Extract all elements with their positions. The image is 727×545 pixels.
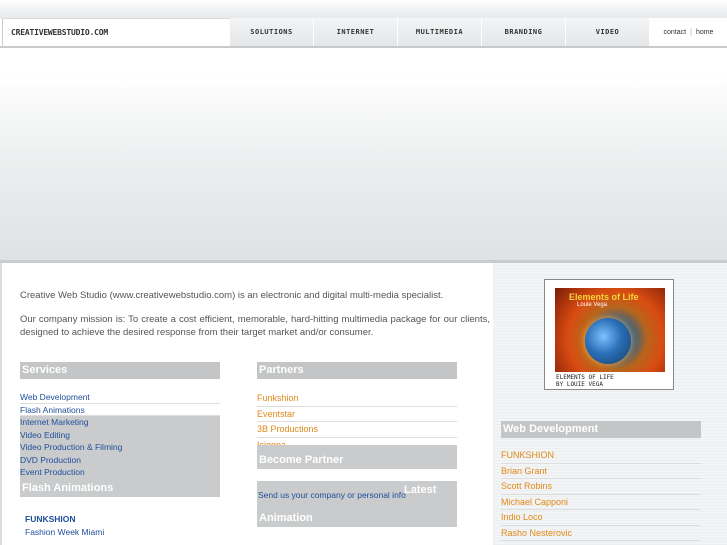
flash-featured-title[interactable]: FUNKSHION (25, 514, 76, 524)
nav-solutions[interactable]: SOLUTIONS (230, 18, 314, 46)
service-event-production[interactable]: Event Production (20, 466, 220, 479)
home-link[interactable]: home (696, 29, 714, 36)
brand-box: CREATIVEWEBSTUDIO.COM (2, 18, 230, 46)
become-partner-heading: Become Partner (259, 454, 344, 466)
album-art-title: Elements of Life (569, 292, 639, 302)
main-content: Creative Web Studio (www.creativewebstud… (0, 263, 493, 545)
partners-heading: Partners (257, 362, 457, 379)
album-art-artist: Louie Vega (577, 302, 608, 308)
album-caption-artist: BY LOUIE VEGA (556, 381, 603, 388)
header-divider (0, 46, 727, 48)
web-dev-scott-robins[interactable]: Scott Robins (501, 479, 701, 495)
web-dev-indio-loco[interactable]: Indio Loco (501, 510, 701, 526)
flash-animations-heading: Flash Animations (22, 482, 114, 494)
service-dvd-production[interactable]: DVD Production (20, 454, 220, 467)
web-dev-brian-grant[interactable]: Brian Grant (501, 464, 701, 479)
album-caption-title: ELEMENTS OF LIFE (556, 374, 614, 381)
web-dev-rasho-nesterovic[interactable]: Rasho Nesterovic (501, 526, 701, 541)
web-development-list: FUNKSHION Brian Grant Scott Robins Micha… (501, 448, 701, 541)
utility-links: contact | home (650, 18, 727, 46)
banner-area (0, 76, 727, 260)
contact-link[interactable]: contact (664, 29, 687, 36)
web-dev-funkshion[interactable]: FUNKSHION (501, 448, 701, 464)
header-bar: CREATIVEWEBSTUDIO.COM SOLUTIONS INTERNET… (0, 0, 727, 46)
service-video-editing[interactable]: Video Editing (20, 429, 220, 442)
mission-text: Our company mission is: To create a cost… (20, 314, 490, 338)
nav-internet[interactable]: INTERNET (314, 18, 398, 46)
services-heading: Services (20, 362, 220, 379)
web-dev-michael-capponi[interactable]: Michael Capponi (501, 495, 701, 510)
service-video-production[interactable]: Video Production & Filming (20, 441, 220, 454)
animation-heading: Animation (259, 512, 313, 524)
partners-list: Funkshion Eventstar 3B Productions Isigo… (257, 391, 457, 453)
service-flash-animations[interactable]: Flash Animations (20, 404, 220, 416)
intro-text: Creative Web Studio (www.creativewebstud… (20, 290, 444, 301)
album-cover-image: Elements of Life Louie Vega (555, 288, 665, 372)
util-separator: | (690, 28, 692, 36)
nav-multimedia[interactable]: MULTIMEDIA (398, 18, 482, 46)
nav-branding[interactable]: BRANDING (482, 18, 566, 46)
globe-icon (585, 318, 631, 364)
partner-3b-productions[interactable]: 3B Productions (257, 422, 457, 438)
featured-album[interactable]: Elements of Life Louie Vega ELEMENTS OF … (544, 279, 674, 390)
partner-funkshion[interactable]: Funkshion (257, 391, 457, 407)
main-nav: SOLUTIONS INTERNET MULTIMEDIA BRANDING V… (230, 18, 650, 46)
site-logo[interactable]: CREATIVEWEBSTUDIO.COM (11, 28, 108, 37)
right-sidebar: Elements of Life Louie Vega ELEMENTS OF … (493, 263, 727, 545)
service-web-development[interactable]: Web Development (20, 391, 220, 404)
latest-heading: Latest (404, 484, 437, 496)
become-partner-link[interactable]: Send us your company or personal info (258, 490, 406, 500)
web-development-heading: Web Development (501, 421, 701, 438)
nav-video[interactable]: VIDEO (566, 18, 650, 46)
flash-featured-subtitle[interactable]: Fashion Week Miami (25, 527, 104, 537)
service-internet-marketing[interactable]: Internet Marketing (20, 416, 220, 429)
partner-eventstar[interactable]: Eventstar (257, 407, 457, 422)
services-list: Web Development Flash Animations Interne… (20, 391, 220, 479)
